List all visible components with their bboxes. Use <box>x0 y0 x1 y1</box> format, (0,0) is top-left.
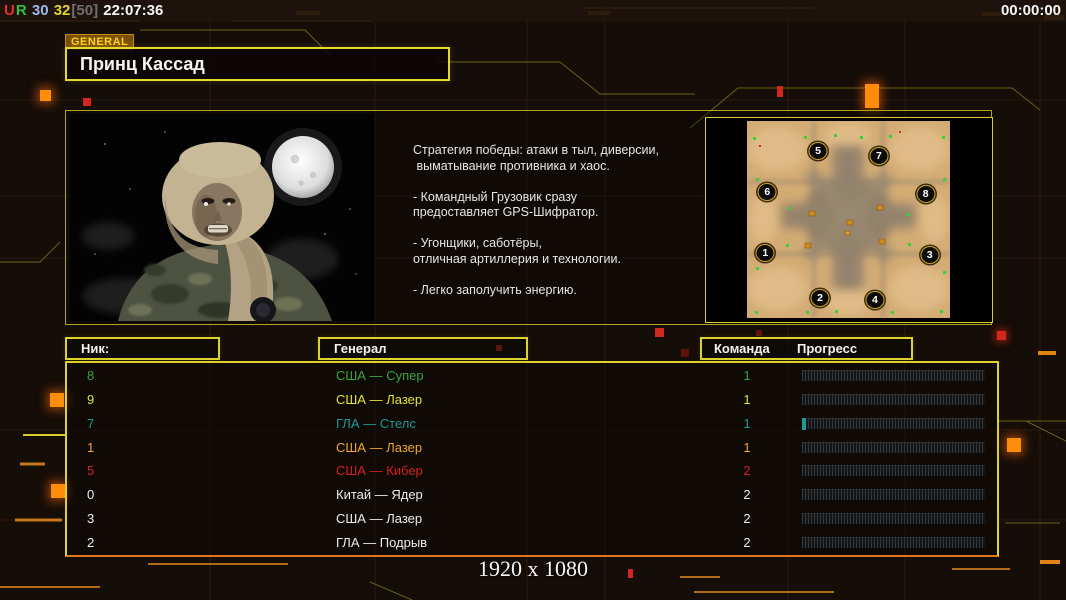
player-row: 9 США — Лазер 1 <box>67 388 997 412</box>
marker-number: 1 <box>762 246 769 259</box>
status-segment: R <box>15 2 27 19</box>
header-general-label: Генерал <box>334 341 387 356</box>
network-status: UR 30 32[50] 22:07:36 <box>4 2 164 19</box>
marker-number: 3 <box>926 248 933 261</box>
player-row: 7 ГЛА — Стелс 1 <box>67 412 997 436</box>
player-nick: 8 <box>87 368 95 383</box>
decor-square <box>1007 438 1021 452</box>
player-team: 2 <box>743 463 751 478</box>
resolution-label: 1920 x 1080 <box>478 556 588 581</box>
general-info-panel: Стратегия победы: атаки в тыл, диверсии,… <box>65 110 993 325</box>
player-general: США — Лазер <box>336 511 423 526</box>
start-position-marker: 8 <box>916 184 936 203</box>
general-portrait <box>70 114 374 323</box>
player-row: 1 США — Лазер 1 <box>67 436 997 460</box>
player-row: 0 Китай — Ядер 2 <box>67 483 997 507</box>
player-team: 1 <box>743 368 751 383</box>
progress-bar <box>802 418 985 430</box>
player-general: США — Кибер <box>336 463 423 478</box>
map-image <box>747 121 950 318</box>
strategy-description: Стратегия победы: атаки в тыл, диверсии,… <box>413 143 659 297</box>
status-segment: 32 <box>49 2 71 19</box>
player-nick: 0 <box>87 487 95 502</box>
header-team-label: Команда <box>714 341 770 356</box>
decor-square <box>655 328 664 337</box>
progress-bar <box>802 537 985 549</box>
player-row: 2 ГЛА — Подрыв 2 <box>67 531 997 555</box>
decor-square <box>51 484 65 498</box>
decor-square <box>997 331 1006 340</box>
decor-dash <box>1038 351 1056 355</box>
player-general: США — Лазер <box>336 440 423 455</box>
marker-number: 2 <box>817 292 823 305</box>
marker-number: 4 <box>871 294 878 307</box>
player-nick: 9 <box>87 392 95 407</box>
decor-square <box>50 393 64 407</box>
start-position-marker: 7 <box>869 147 889 166</box>
status-segment: U <box>4 2 15 19</box>
start-position-marker: 5 <box>808 141 828 160</box>
start-position-marker: 1 <box>755 243 775 262</box>
player-general: ГЛА — Стелс <box>336 416 416 431</box>
progress-bar <box>802 489 985 501</box>
player-nick: 5 <box>87 463 95 478</box>
map-terrain: 5 7 6 8 1 3 2 4 <box>747 121 950 318</box>
marker-number: 8 <box>922 187 929 200</box>
player-team: 1 <box>743 416 751 431</box>
marker-number: 7 <box>876 150 882 163</box>
progress-fill <box>802 418 806 430</box>
moon-icon <box>264 128 342 206</box>
match-timer: 00:00:00 <box>1000 2 1061 19</box>
progress-bar <box>802 513 985 525</box>
start-position-marker: 3 <box>920 245 940 264</box>
player-nick: 7 <box>87 416 95 431</box>
player-team: 1 <box>743 440 751 455</box>
decor-square <box>756 330 762 336</box>
player-team: 2 <box>743 487 751 502</box>
player-table: 8 США — Супер 1 9 США — Лазер 1 7 ГЛА — … <box>65 361 999 557</box>
player-nick: 1 <box>87 440 95 455</box>
status-clock: 22:07:36 <box>99 2 164 19</box>
portrait-image <box>70 114 374 323</box>
player-team: 2 <box>743 535 751 550</box>
header-nick-label: Ник: <box>81 341 110 356</box>
map-preview: 5 7 6 8 1 3 2 4 <box>705 117 993 323</box>
decor-square <box>865 84 879 108</box>
loading-screen: UR 30 32[50] 22:07:36 00:00:00 GENERAL П… <box>0 0 1066 600</box>
decor-square <box>40 90 51 101</box>
player-nick: 3 <box>87 511 95 526</box>
status-segment: 30 <box>27 2 49 19</box>
progress-bar <box>802 442 985 454</box>
marker-number: 6 <box>764 185 771 198</box>
general-name: Принц Кассад <box>80 54 205 74</box>
progress-bar <box>802 370 985 382</box>
player-nick: 2 <box>87 535 95 550</box>
player-general: ГЛА — Подрыв <box>336 535 428 550</box>
progress-bar <box>802 394 985 406</box>
player-row: 5 США — Кибер 2 <box>67 459 997 483</box>
start-position-marker: 4 <box>865 291 885 310</box>
player-general: США — Лазер <box>336 392 423 407</box>
decor-square <box>83 98 91 106</box>
top-status-bar: UR 30 32[50] 22:07:36 00:00:00 <box>0 0 1066 22</box>
player-general: Китай — Ядер <box>336 487 423 502</box>
general-name-box: Принц Кассад <box>65 47 450 81</box>
progress-bar <box>802 465 985 477</box>
player-row: 8 США — Супер 1 <box>67 364 997 388</box>
start-position-marker: 2 <box>810 289 830 308</box>
decor-square <box>777 86 783 97</box>
player-general: США — Супер <box>336 368 424 383</box>
status-segment: [50] <box>71 2 99 19</box>
decor-square <box>681 349 689 357</box>
start-position-marker: 6 <box>757 182 777 201</box>
header-general: Генерал <box>318 337 528 360</box>
player-team: 2 <box>743 511 751 526</box>
player-team: 1 <box>743 392 751 407</box>
header-nick: Ник: <box>65 337 220 360</box>
player-row: 3 США — Лазер 2 <box>67 507 997 531</box>
header-team-progress: Команда Прогресс <box>700 337 913 360</box>
header-progress-label: Прогресс <box>797 341 858 356</box>
marker-number: 5 <box>815 144 821 157</box>
